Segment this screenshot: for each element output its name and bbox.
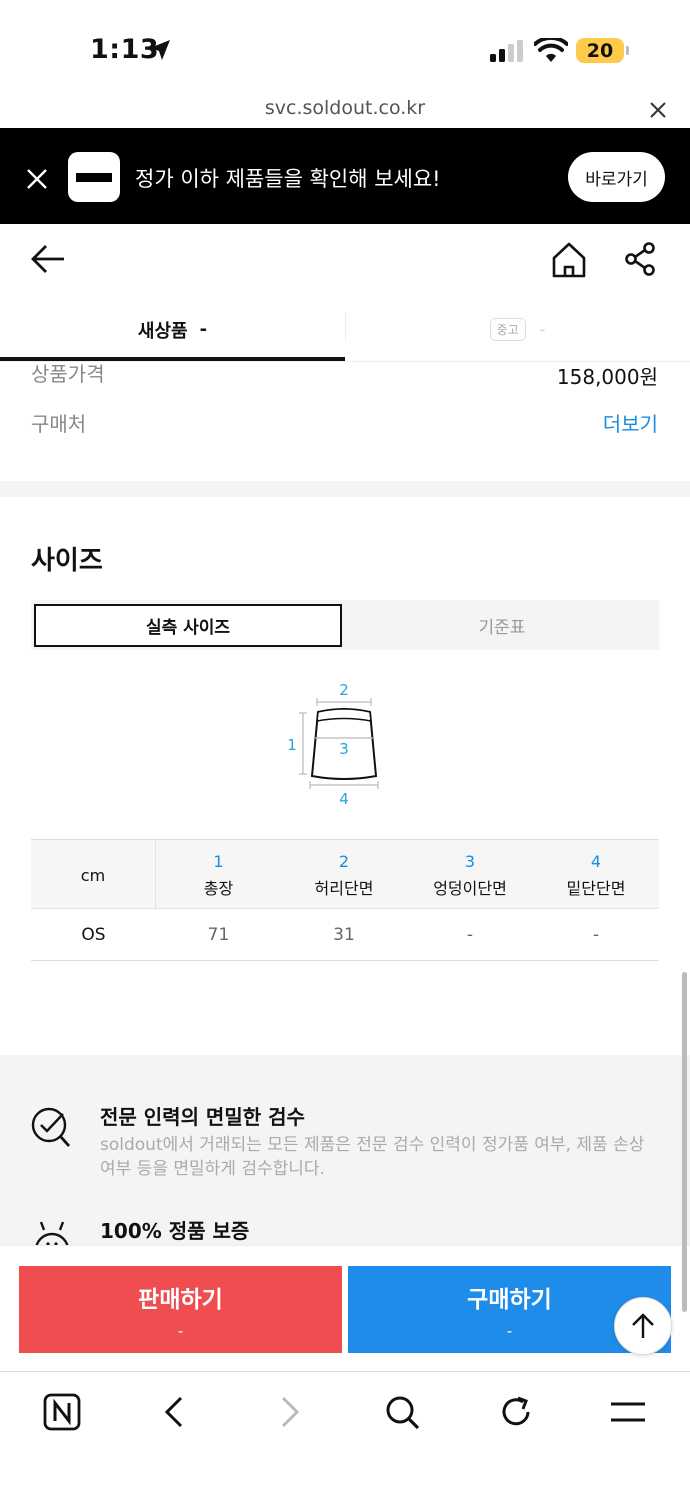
- status-bar: 1:13 20: [0, 0, 690, 92]
- column-header-total-length: 1 총장: [203, 851, 234, 898]
- tab-used-product[interactable]: 중고 -: [345, 298, 690, 361]
- value-cell: 31: [333, 925, 355, 945]
- purchase-action-bar: 판매하기 - 구매하기 -: [0, 1245, 690, 1371]
- banner-shortcut-button[interactable]: 바로가기: [568, 152, 665, 202]
- forward-icon[interactable]: [269, 1392, 309, 1432]
- url-bar[interactable]: svc.soldout.co.kr: [0, 92, 690, 128]
- tab-actual-size[interactable]: 실측 사이즈: [34, 604, 342, 647]
- battery-indicator: 20: [576, 38, 624, 63]
- diagram-label-1: 1: [287, 736, 297, 754]
- tab-new-value: -: [199, 319, 208, 340]
- home-icon[interactable]: [550, 241, 588, 279]
- size-table: cm 1 총장 2 허리단면 3 엉덩이단면 4 밑단단면 OS 71 31 - -: [31, 839, 659, 961]
- scroll-to-top-button[interactable]: [614, 1297, 672, 1355]
- inspection-magnifier-icon: [31, 1107, 71, 1147]
- browser-toolbar: [0, 1371, 690, 1500]
- table-row: OS 71 31 - -: [31, 909, 659, 961]
- tab-used-value: -: [539, 320, 546, 339]
- column-header-hem: 4 밑단단면: [566, 851, 626, 898]
- location-arrow-icon: [150, 40, 170, 60]
- diagram-label-4: 4: [339, 790, 349, 808]
- sell-button-label: 판매하기: [138, 1286, 223, 1313]
- diagram-label-2: 2: [339, 681, 349, 699]
- wifi-icon: [534, 38, 568, 62]
- inspection-description: soldout에서 거래되는 모든 제품은 전문 검수 인력이 정가품 여부, …: [100, 1135, 645, 1179]
- price-value: 158,000원: [556, 365, 658, 389]
- value-cell: -: [592, 925, 600, 945]
- banner-close-icon[interactable]: [26, 168, 48, 190]
- guarantee-title: 100% 정품 보증: [100, 1219, 250, 1243]
- store-label: 구매처: [31, 412, 87, 436]
- diagram-label-3: 3: [339, 740, 349, 758]
- back-icon[interactable]: [155, 1392, 195, 1432]
- store-more-link[interactable]: 더보기: [603, 408, 658, 437]
- soldout-logo: [68, 152, 120, 202]
- unit-header: cm: [31, 840, 156, 910]
- refresh-icon[interactable]: [496, 1392, 536, 1432]
- size-cell: OS: [81, 925, 106, 945]
- tab-new-product[interactable]: 새상품 -: [0, 298, 345, 361]
- page-scrollbar[interactable]: [682, 972, 687, 1312]
- url-text[interactable]: svc.soldout.co.kr: [0, 97, 690, 119]
- section-divider: [0, 481, 690, 497]
- size-tabs: 실측 사이즈 기준표: [31, 600, 659, 650]
- tab-size-chart[interactable]: 기준표: [345, 604, 659, 647]
- tab-new-label: 새상품: [137, 320, 188, 342]
- banner-text: 정가 이하 제품들을 확인해 보세요!: [135, 167, 441, 191]
- share-icon[interactable]: [624, 242, 656, 276]
- close-icon[interactable]: [648, 100, 668, 120]
- value-cell: 71: [207, 925, 230, 945]
- cellular-signal-icon: [490, 40, 523, 62]
- menu-icon[interactable]: [608, 1392, 648, 1432]
- arrow-up-icon: [632, 1313, 654, 1338]
- used-badge: 중고: [489, 318, 526, 341]
- column-header-waist: 2 허리단면: [314, 851, 374, 898]
- buy-button-price: -: [506, 1321, 513, 1340]
- product-condition-tabs: 새상품 - 중고 -: [0, 298, 690, 362]
- sell-button[interactable]: 판매하기 -: [19, 1266, 342, 1353]
- search-icon[interactable]: [382, 1392, 422, 1432]
- size-table-header: cm 1 총장 2 허리단면 3 엉덩이단면 4 밑단단면: [31, 839, 659, 910]
- column-header-hip: 3 엉덩이단면: [433, 851, 507, 898]
- inspection-title: 전문 인력의 면밀한 검수: [100, 1105, 305, 1129]
- skirt-measurement-diagram: 2 1 3 4: [287, 681, 379, 808]
- promo-banner: 정가 이하 제품들을 확인해 보세요! 바로가기: [0, 128, 690, 224]
- battery-tip: [626, 46, 629, 55]
- nav-header: [0, 224, 690, 298]
- price-label: 상품가격: [31, 362, 105, 386]
- buy-button-label: 구매하기: [467, 1286, 552, 1313]
- size-section-title: 사이즈: [31, 546, 103, 576]
- back-arrow-icon[interactable]: [30, 243, 66, 275]
- sell-button-price: -: [177, 1321, 184, 1340]
- naver-icon[interactable]: [42, 1392, 82, 1432]
- value-cell: -: [466, 925, 474, 945]
